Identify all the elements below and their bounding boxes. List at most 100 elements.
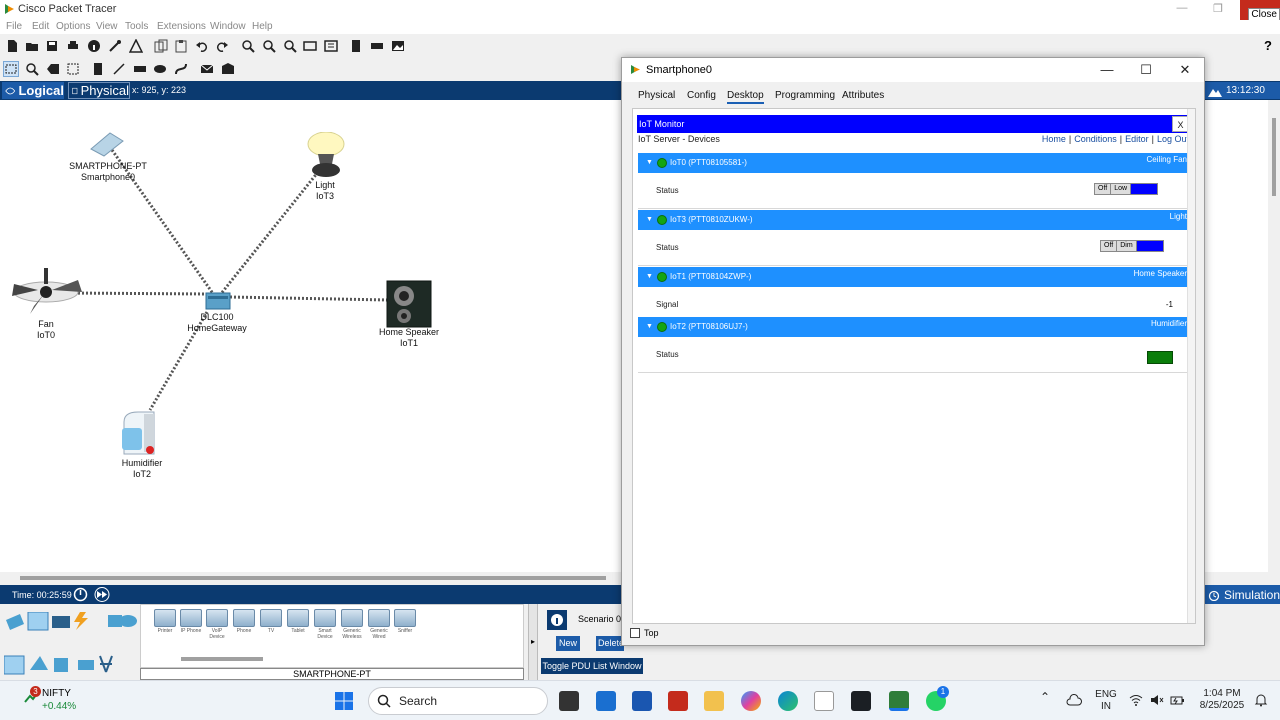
humidifier-icon[interactable] [118, 408, 162, 458]
windows-start-icon[interactable] [334, 691, 354, 711]
device-item-ip-phone[interactable]: IP Phone [179, 609, 203, 634]
freeform-icon[interactable] [173, 61, 189, 77]
device-item-generic-wireless[interactable]: Generic Wireless [340, 609, 364, 640]
iot-monitor-scrollbar[interactable] [1187, 109, 1195, 623]
wizard-icon[interactable] [107, 38, 123, 54]
zoom-out-icon[interactable] [282, 38, 298, 54]
nav-home-link[interactable]: Home [1042, 134, 1066, 144]
nav-logout-link[interactable]: Log Out [1157, 134, 1189, 144]
tab-physical[interactable]: Physical [68, 82, 130, 99]
power-cycle-icon[interactable] [73, 587, 88, 602]
github-icon[interactable] [851, 691, 871, 711]
menu-tools[interactable]: Tools [125, 21, 148, 32]
iot-device-header-speaker[interactable]: ▼ IoT1 (PTT08104ZWP-) Home Speaker [638, 267, 1191, 287]
menu-extensions[interactable]: Extensions [157, 21, 206, 32]
light-off-button[interactable]: Off [1101, 241, 1118, 251]
simple-pdu-icon[interactable] [199, 61, 215, 77]
iot-device-header-humidifier[interactable]: ▼ IoT2 (PTT08106UJ7-) Humidifier [638, 317, 1191, 337]
top-checkbox[interactable] [630, 628, 640, 638]
mcafee-icon[interactable] [668, 691, 688, 711]
fast-forward-icon[interactable] [92, 587, 112, 602]
tab-desktop[interactable]: Desktop [727, 90, 764, 104]
menu-edit[interactable]: Edit [32, 21, 49, 32]
language-indicator[interactable]: ENG IN [1094, 689, 1118, 713]
window-close-button[interactable]: ✕ [1173, 61, 1197, 79]
print-icon[interactable] [65, 38, 81, 54]
tab-physical-device[interactable]: Physical [638, 90, 675, 101]
ceiling-fan-icon[interactable] [8, 266, 84, 318]
tab-config[interactable]: Config [687, 90, 716, 101]
note-icon[interactable] [90, 61, 106, 77]
zoom-in-icon[interactable] [240, 38, 256, 54]
window-minimize-button[interactable]: — [1095, 61, 1119, 79]
system-clock[interactable]: 1:04 PM 8/25/2025 [1198, 688, 1246, 712]
cloud-icon[interactable] [1066, 693, 1082, 707]
delete-scenario-button[interactable]: Delete [596, 636, 624, 651]
stock-name[interactable]: NIFTY [42, 688, 71, 699]
tab-programming[interactable]: Programming [775, 90, 835, 101]
delete-icon[interactable] [45, 61, 61, 77]
new-scenario-button[interactable]: New [556, 636, 580, 651]
undo-icon[interactable] [194, 38, 210, 54]
draw-line-icon[interactable] [111, 61, 127, 77]
device-item-voip[interactable]: VoIP Device [205, 609, 229, 640]
nav-conditions-link[interactable]: Conditions [1074, 134, 1117, 144]
file-explorer-icon[interactable] [704, 691, 724, 711]
fan-low-button[interactable]: Low [1111, 184, 1132, 194]
copy-icon[interactable] [153, 38, 169, 54]
draw-ellipse-icon[interactable] [152, 61, 168, 77]
tab-attributes[interactable]: Attributes [842, 90, 884, 101]
inspect-icon[interactable] [24, 61, 40, 77]
task-view-icon[interactable] [559, 691, 579, 711]
window-maximize-button[interactable]: ☐ [1134, 61, 1158, 79]
light-on-button[interactable] [1136, 241, 1163, 251]
menu-options[interactable]: Options [56, 21, 90, 32]
workspace-hscrollbar[interactable] [0, 572, 622, 584]
panel-collapse-handle[interactable]: ▸ [528, 604, 538, 680]
home-gateway-icon[interactable] [204, 291, 232, 313]
device-list-scrollbar[interactable] [181, 657, 263, 661]
redo-icon[interactable] [214, 38, 230, 54]
image-icon[interactable] [390, 38, 406, 54]
router-icon[interactable] [369, 38, 385, 54]
light-dim-button[interactable]: Dim [1117, 241, 1137, 251]
document-icon[interactable] [348, 38, 364, 54]
hscroll-thumb[interactable] [20, 576, 606, 580]
device-item-printer[interactable]: Printer [153, 609, 177, 634]
custom-devices-icon[interactable] [323, 38, 339, 54]
store-icon[interactable] [632, 691, 652, 711]
document-app-icon[interactable] [814, 691, 834, 711]
clock-display[interactable]: 13:12:30 [1204, 82, 1280, 99]
menu-help[interactable]: Help [252, 21, 273, 32]
fan-high-button[interactable] [1131, 184, 1158, 194]
stock-widget-icon[interactable]: 3 [24, 686, 41, 704]
resize-shape-icon[interactable] [65, 61, 81, 77]
simulation-tab[interactable]: Simulation [1204, 585, 1280, 604]
packet-tracer-taskbar-icon[interactable] [889, 691, 909, 711]
toggle-pdu-list-button[interactable]: Toggle PDU List Window [541, 658, 643, 674]
workspace-vscrollbar[interactable] [1268, 100, 1280, 572]
chevron-up-icon[interactable]: ⌃ [1040, 691, 1050, 703]
open-folder-icon[interactable] [24, 38, 40, 54]
vscroll-thumb[interactable] [1272, 118, 1276, 196]
device-item-smart[interactable]: Smart Device [313, 609, 337, 640]
wifi-icon[interactable] [1129, 694, 1143, 706]
scenario-info-icon[interactable] [547, 610, 567, 630]
save-icon[interactable] [44, 38, 60, 54]
device-item-tablet[interactable]: Tablet [286, 609, 310, 634]
home-speaker-icon[interactable] [386, 280, 432, 328]
network-icon[interactable] [128, 38, 144, 54]
light-bulb-icon[interactable] [306, 132, 346, 178]
help-icon[interactable]: ? [1264, 38, 1272, 53]
device-item-phone[interactable]: Phone [232, 609, 256, 634]
info-icon[interactable] [86, 38, 102, 54]
taskbar-search[interactable]: Search [368, 687, 548, 715]
device-item-sniffer[interactable]: Sniffer [393, 609, 417, 634]
menu-file[interactable]: File [6, 21, 22, 32]
select-icon[interactable] [3, 61, 19, 77]
battery-icon[interactable] [1170, 694, 1184, 706]
notification-bell-icon[interactable] [1254, 693, 1268, 707]
drawing-palette-icon[interactable] [302, 38, 318, 54]
nav-editor-link[interactable]: Editor [1125, 134, 1149, 144]
iot-device-header-fan[interactable]: ▼ IoT0 (PTT08105581-) Ceiling Fan [638, 153, 1191, 173]
